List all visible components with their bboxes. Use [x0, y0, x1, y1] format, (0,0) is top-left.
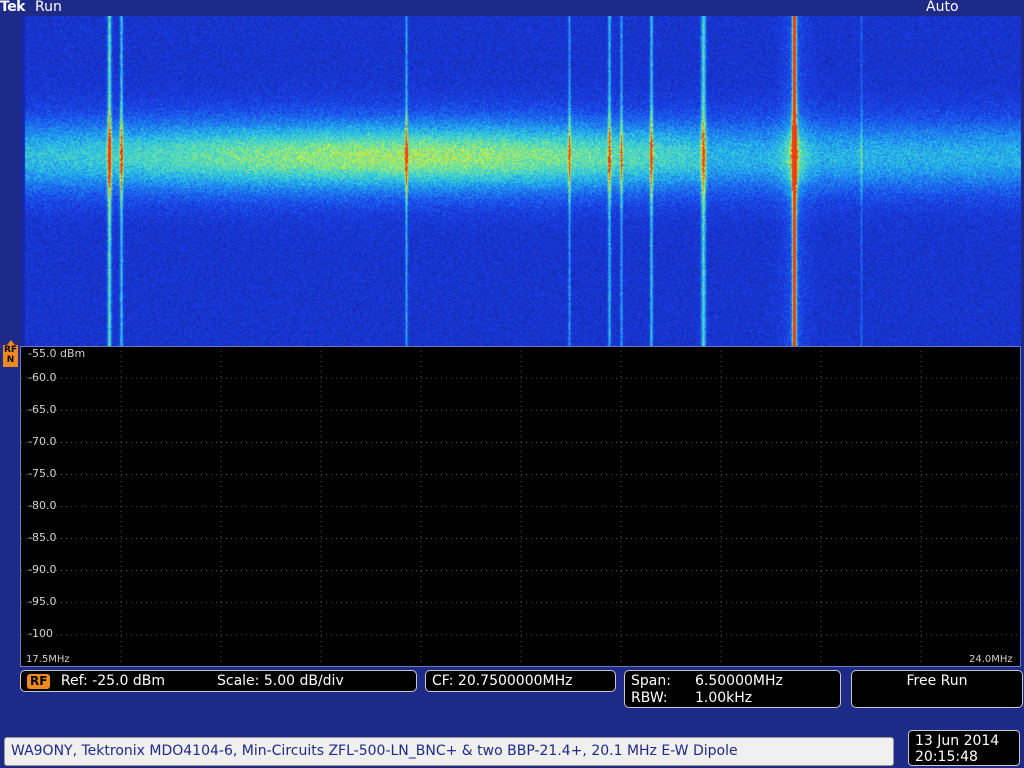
y-tick-label: -100 — [28, 627, 53, 640]
x-end-label: 24.0MHz — [969, 654, 1013, 665]
ref-level: Ref: -25.0 dBm — [60, 673, 166, 689]
y-tick-label: -90.0 — [28, 563, 57, 576]
span-value: 6.50000MHz — [695, 673, 783, 689]
spectrum-grid — [21, 346, 1021, 667]
x-start-label: 17.5MHz — [26, 654, 70, 665]
run-status[interactable]: Run — [35, 0, 62, 15]
y-tick-label: -75.0 — [28, 467, 57, 480]
rf-marker-label: RF — [3, 345, 18, 355]
center-frequency: CF: 20.7500000MHz — [432, 673, 573, 689]
time-text: 20:15:48 — [915, 749, 978, 765]
y-tick-label: -85.0 — [28, 531, 57, 544]
tek-logo: Tek — [0, 0, 26, 15]
rbw-label: RBW: — [631, 690, 668, 706]
span-rbw-readout[interactable]: Span: 6.50000MHz RBW: 1.00kHz — [624, 670, 841, 708]
y-tick-label: -55.0 dBm — [28, 347, 86, 360]
rf-marker-sub: N — [6, 355, 15, 365]
span-label: Span: — [631, 673, 671, 689]
rbw-value: 1.00kHz — [695, 690, 753, 706]
trigger-mode[interactable]: Auto — [926, 0, 959, 15]
center-frequency-readout[interactable]: CF: 20.7500000MHz — [425, 670, 616, 692]
acquire-mode: Free Run — [906, 673, 968, 689]
scale-value: Scale: 5.00 dB/div — [217, 673, 344, 689]
acquire-mode-button[interactable]: Free Run — [851, 670, 1023, 708]
date-text: 13 Jun 2014 — [915, 733, 1000, 749]
rf-badge: RF — [27, 674, 51, 689]
rf-channel-marker[interactable]: RF N — [3, 340, 18, 368]
y-tick-label: -65.0 — [28, 403, 57, 416]
date-time-display[interactable]: 13 Jun 2014 20:15:48 — [908, 730, 1020, 766]
setup-label[interactable]: WA9ONY, Tektronix MDO4104-6, Min-Circuit… — [4, 737, 894, 766]
y-tick-label: -70.0 — [28, 435, 57, 448]
y-tick-label: -95.0 — [28, 595, 57, 608]
spectrogram-display — [21, 16, 1021, 346]
spectrum-display — [21, 346, 1021, 667]
top-status-bar: Tek Run Auto — [0, 0, 1024, 16]
y-tick-label: -60.0 — [28, 371, 57, 384]
ref-scale-readout[interactable]: RF Ref: -25.0 dBm Scale: 5.00 dB/div — [20, 670, 417, 692]
y-tick-label: -80.0 — [28, 499, 57, 512]
